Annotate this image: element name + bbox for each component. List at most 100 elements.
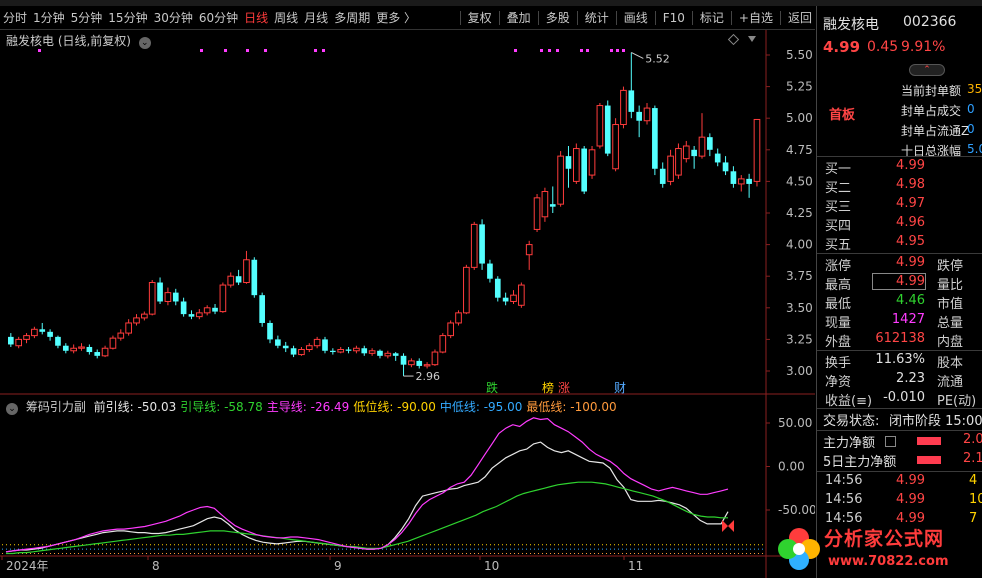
period-tab[interactable]: 15分钟: [105, 9, 150, 26]
candle-body: [94, 352, 101, 356]
period-tab[interactable]: 更多 〉: [373, 9, 419, 26]
toolbar-divider: [730, 10, 732, 25]
stat-value: 4.46: [896, 293, 925, 308]
stat-right-label: 股本: [937, 356, 964, 371]
candle-body: [212, 307, 218, 312]
board-info-value: 0: [967, 122, 975, 136]
collapse-up-icon[interactable]: ⌃: [909, 64, 945, 76]
table-icon[interactable]: [885, 436, 896, 447]
board-info-value: 0: [967, 102, 975, 116]
candle-body: [243, 259, 250, 284]
candle-body: [227, 275, 235, 286]
candle-body: [55, 336, 61, 346]
toolbar-button[interactable]: 复权: [465, 9, 495, 26]
divider: [817, 430, 982, 431]
flower-logo-icon: [778, 528, 820, 570]
indicator-legend: ⌄ 筹码引力副 前引线: -50.03 引导线: -58.78 主导线: -26.4…: [6, 398, 625, 415]
stat-row: 最高 4.99 量比: [817, 273, 982, 293]
event-marker[interactable]: 涨: [558, 380, 570, 395]
toolbar-button[interactable]: 统计: [582, 9, 612, 26]
divider: [817, 156, 982, 157]
toolbar-divider: [779, 10, 781, 25]
period-tab[interactable]: 5分钟: [68, 9, 106, 26]
period-tab[interactable]: 月线: [301, 9, 331, 26]
toolbar-button[interactable]: 画线: [621, 9, 651, 26]
indicator-legend-item: 最低线: -100.00: [526, 400, 617, 414]
candle-body: [667, 155, 674, 182]
candle-body: [78, 346, 85, 349]
stat-value: 4.99: [896, 255, 925, 270]
triangle-down-icon[interactable]: [748, 36, 756, 42]
toolbar-button[interactable]: 返回: [785, 9, 815, 26]
candle-body: [275, 339, 281, 346]
stat-label: 换手: [825, 356, 852, 371]
indicator-legend-item: 主导线: -26.49: [266, 400, 350, 414]
period-tab[interactable]: 多周期: [331, 9, 373, 26]
signal-dot: [616, 49, 619, 52]
period-tab[interactable]: 周线: [271, 9, 301, 26]
toolbar-button[interactable]: 标记: [697, 9, 727, 26]
period-tab[interactable]: 1分钟: [30, 9, 68, 26]
event-marker[interactable]: 财: [614, 381, 626, 395]
indicator-tick-label: -50.00: [778, 503, 815, 517]
toolbar-button[interactable]: F10: [660, 11, 688, 25]
toolbar-button[interactable]: 多股: [543, 9, 573, 26]
flow-value: 2.0: [963, 432, 982, 447]
tick-volume: 10: [969, 492, 982, 507]
candle-body: [148, 282, 156, 315]
event-marker[interactable]: 跌: [486, 380, 498, 395]
board-info-label: 封单占成交: [901, 104, 962, 118]
high-price-label: 5.52: [645, 52, 670, 65]
flow-bar: [917, 437, 941, 445]
stat-row: 收益(≡) -0.010 PE(动): [817, 390, 982, 409]
toolbar-divider: [576, 10, 578, 25]
candle-body: [463, 266, 470, 314]
stat-value: 2.23: [896, 371, 925, 386]
kline-chart[interactable]: 5.50 5.25 5.00 4.75 4.50 4.25 4.00 3.75 3.50 3.25…: [0, 30, 815, 578]
period-tab[interactable]: 60分钟: [196, 9, 241, 26]
chevron-down-icon[interactable]: ⌄: [138, 37, 151, 49]
tick-price: 4.99: [896, 492, 925, 507]
candle-body: [15, 338, 23, 347]
board-info-value: 35: [967, 82, 982, 96]
stat-label: 涨停: [825, 259, 852, 274]
candle-body: [125, 322, 132, 334]
candle-body: [675, 148, 682, 176]
date-label: 2024年: [6, 559, 49, 573]
stat-value: 1427: [891, 312, 925, 327]
period-tab[interactable]: 日线: [241, 9, 271, 26]
candle-body: [652, 108, 658, 169]
candle-body: [423, 364, 431, 367]
period-tab[interactable]: 30分钟: [151, 9, 196, 26]
candle-body: [259, 295, 265, 323]
candle-body: [620, 89, 627, 126]
toolbar-button[interactable]: 叠加: [504, 9, 534, 26]
toolbar-button[interactable]: +自选: [736, 9, 776, 26]
bid-row: 买五 4.95: [817, 234, 982, 253]
indicator-tick-label: 0.00: [778, 460, 805, 474]
price-tick-label: 3.25: [786, 332, 813, 346]
candle-body: [604, 105, 611, 154]
candle-body: [730, 171, 737, 184]
candle-body: [612, 124, 619, 170]
candle-body: [691, 149, 697, 157]
chevron-down-icon[interactable]: ⌄: [6, 403, 18, 415]
candle-body: [753, 118, 761, 182]
candle-body: [722, 162, 729, 172]
candle-body: [392, 353, 399, 356]
toolbar-divider: [691, 10, 693, 25]
price-tick-label: 3.50: [786, 301, 813, 315]
tick-time: 14:56: [825, 473, 863, 488]
price-tick-label: 3.75: [786, 269, 813, 283]
signal-dot: [586, 49, 589, 52]
period-tab[interactable]: 分时: [0, 9, 30, 26]
stat-label: 外盘: [825, 335, 852, 350]
event-marker[interactable]: 榜: [542, 380, 554, 395]
diamond-icon[interactable]: [727, 33, 740, 46]
candle-body: [290, 348, 297, 355]
bid-row: 买三 4.97: [817, 196, 982, 215]
candle-body: [479, 224, 485, 264]
stat-right-label: 跌停: [937, 259, 964, 274]
tick-volume: 4: [969, 473, 978, 488]
stat-row: 最低 4.46 市值: [817, 293, 982, 312]
